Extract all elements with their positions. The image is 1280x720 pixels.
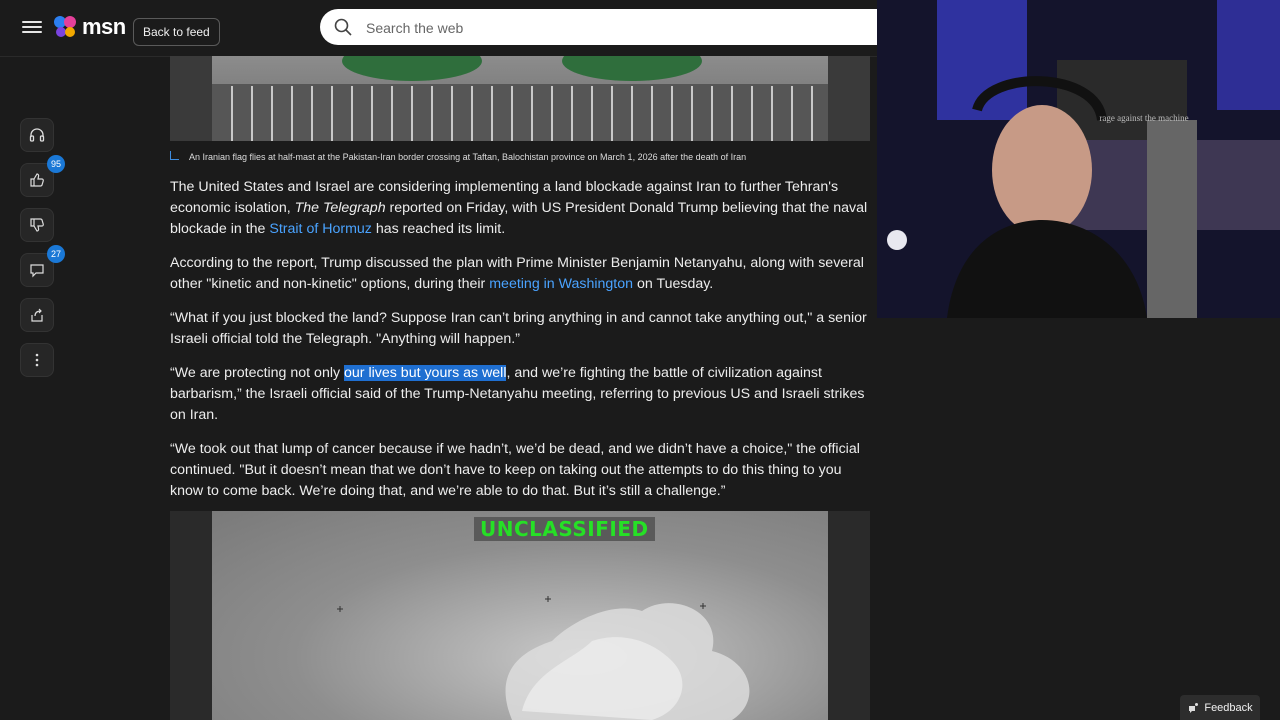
p2-text-b: on Tuesday. — [633, 276, 714, 292]
streamer-webcam-image — [877, 0, 1280, 318]
explosion-graphic — [337, 596, 750, 720]
headphones-icon — [29, 128, 45, 142]
comment-icon — [30, 264, 44, 278]
paragraph-3: “What if you just blocked the land? Supp… — [170, 310, 867, 347]
logo-text: msn — [82, 14, 126, 39]
paragraph-4: “We are protecting not only our lives bu… — [170, 363, 872, 426]
search-input[interactable] — [364, 9, 848, 47]
msn-logo[interactable]: msn — [52, 14, 126, 40]
feedback-button[interactable]: Feedback — [1180, 695, 1260, 720]
strike-video[interactable]: UNCLASSIFIED — [170, 511, 870, 720]
webcam-overlay: rage against the machine — [877, 0, 1280, 318]
search-box[interactable] — [320, 9, 900, 47]
paragraph-2: According to the report, Trump discussed… — [170, 253, 872, 295]
paragraph-1: The United States and Israel are conside… — [170, 177, 872, 240]
share-icon — [31, 308, 43, 322]
strait-of-hormuz-link[interactable]: Strait of Hormuz — [269, 221, 372, 237]
thumbs-up-icon — [30, 173, 44, 187]
share-button[interactable] — [20, 298, 54, 332]
image-caption: An Iranian flag flies at half-mast at th… — [170, 151, 746, 162]
p4-text-a: “We are protecting not only — [170, 365, 345, 381]
video-frame: UNCLASSIFIED — [212, 511, 828, 720]
more-vertical-icon — [35, 353, 39, 367]
article-hero-image — [170, 56, 870, 141]
article-body: The United States and Israel are conside… — [170, 177, 872, 515]
paragraph-5: “We took out that lump of cancer because… — [170, 441, 860, 499]
listen-button[interactable] — [20, 118, 54, 152]
menu-icon[interactable] — [22, 18, 42, 38]
p1-text-c: has reached its limit. — [371, 221, 506, 237]
telegraph-source: The Telegraph — [294, 200, 386, 216]
comments-count-badge: 27 — [47, 245, 65, 263]
comments-button[interactable]: 27 — [20, 245, 65, 287]
more-options-button[interactable] — [20, 343, 54, 377]
meeting-in-washington-link[interactable]: meeting in Washington — [489, 276, 633, 292]
gate-graphic — [212, 56, 828, 141]
back-to-feed-button[interactable]: Back to feed — [133, 18, 220, 46]
caption-text: An Iranian flag flies at half-mast at th… — [189, 152, 747, 162]
search-icon — [334, 18, 352, 36]
likes-count-badge: 95 — [47, 155, 65, 173]
msn-butterfly-icon — [54, 16, 76, 37]
caption-marker-icon — [170, 151, 179, 160]
dislike-button[interactable] — [20, 208, 54, 242]
feedback-icon — [1189, 702, 1199, 713]
video-overlay-label: UNCLASSIFIED — [474, 517, 655, 541]
border-crossing-image — [212, 56, 828, 141]
thumbs-down-icon — [30, 218, 44, 232]
poster-text: rage against the machine — [1099, 113, 1189, 123]
like-button[interactable]: 95 — [20, 155, 65, 197]
highlighted-text[interactable]: our lives but yours as well — [344, 365, 507, 381]
feedback-label: Feedback — [1204, 701, 1253, 714]
